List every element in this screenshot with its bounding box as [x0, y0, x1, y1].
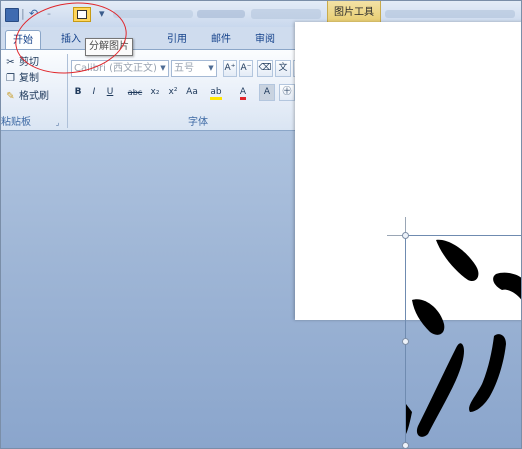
- blurred-title: [197, 10, 245, 18]
- ungroup-icon[interactable]: [73, 7, 91, 22]
- ungroup-tooltip: 分解图片: [85, 38, 133, 56]
- italic-button[interactable]: I: [87, 84, 101, 101]
- char-shading-button[interactable]: A: [259, 84, 275, 101]
- superscript-button[interactable]: x²: [165, 84, 181, 101]
- enclose-chars-button[interactable]: ㊉: [279, 84, 295, 101]
- brush-icon: ✎: [6, 91, 15, 102]
- resize-handle[interactable]: [402, 442, 409, 448]
- quick-access-dash: -: [47, 7, 51, 20]
- bold-button[interactable]: B: [71, 84, 85, 101]
- subscript-button[interactable]: x₂: [147, 84, 163, 101]
- format-painter-button[interactable]: ✎ 格式刷: [5, 90, 49, 104]
- clipboard-group-label: 粘贴板: [1, 117, 31, 128]
- quick-access-separator: |: [21, 7, 25, 20]
- clipboard-launcher-icon[interactable]: ⌟: [53, 118, 62, 127]
- highlight-color-button[interactable]: ab: [205, 84, 227, 101]
- chevron-down-icon: ▼: [208, 64, 214, 72]
- font-name-value: Calibri (西文正文): [74, 63, 157, 74]
- shrink-font-button[interactable]: A⁻: [239, 60, 253, 77]
- cut-label: 剪切: [19, 57, 39, 68]
- word-window: | ↶ - ↷ ▾ 图片工具 开始 插入 引用 邮件 审阅 视图 格式 ✂剪切 …: [0, 0, 522, 449]
- customize-quick-access-icon[interactable]: ▾: [99, 6, 105, 22]
- tab-review[interactable]: 审阅: [247, 30, 283, 49]
- save-icon[interactable]: [5, 8, 19, 22]
- copy-button[interactable]: ❐ 复制: [5, 72, 39, 86]
- copy-label: 复制: [19, 73, 39, 84]
- underline-button[interactable]: U: [103, 84, 117, 101]
- font-size-combo[interactable]: 五号 ▼: [171, 60, 217, 77]
- tab-home[interactable]: 开始: [5, 30, 41, 49]
- grow-font-button[interactable]: A⁺: [223, 60, 237, 77]
- scissors-icon: ✂: [6, 57, 15, 68]
- blurred-title: [385, 10, 515, 18]
- resize-handle[interactable]: [402, 338, 409, 345]
- blurred-title: [113, 10, 193, 18]
- format-painter-label: 格式刷: [19, 91, 49, 102]
- picture-selection-frame[interactable]: [405, 235, 521, 448]
- font-group-label: 字体: [188, 117, 208, 128]
- change-case-button[interactable]: Aa: [183, 84, 201, 101]
- font-color-icon: A: [239, 87, 247, 100]
- resize-handle[interactable]: [402, 232, 409, 239]
- undo-icon[interactable]: ↶: [29, 6, 38, 22]
- strikethrough-button[interactable]: abc: [125, 84, 145, 101]
- phonetic-guide-button[interactable]: 文: [275, 60, 291, 77]
- font-color-button[interactable]: A: [233, 84, 253, 101]
- chevron-down-icon: ▼: [160, 64, 166, 72]
- cut-button[interactable]: ✂ 剪切: [5, 56, 39, 70]
- copy-icon: ❐: [6, 73, 15, 84]
- clear-format-button[interactable]: ⌫: [257, 60, 273, 77]
- tab-references[interactable]: 引用: [159, 30, 195, 49]
- font-size-value: 五号: [174, 63, 194, 74]
- blurred-title: [251, 9, 321, 19]
- tab-insert[interactable]: 插入: [53, 30, 89, 49]
- highlighter-icon: ab: [210, 87, 222, 100]
- tab-mailings[interactable]: 邮件: [203, 30, 239, 49]
- font-name-combo[interactable]: Calibri (西文正文) ▼: [71, 60, 169, 77]
